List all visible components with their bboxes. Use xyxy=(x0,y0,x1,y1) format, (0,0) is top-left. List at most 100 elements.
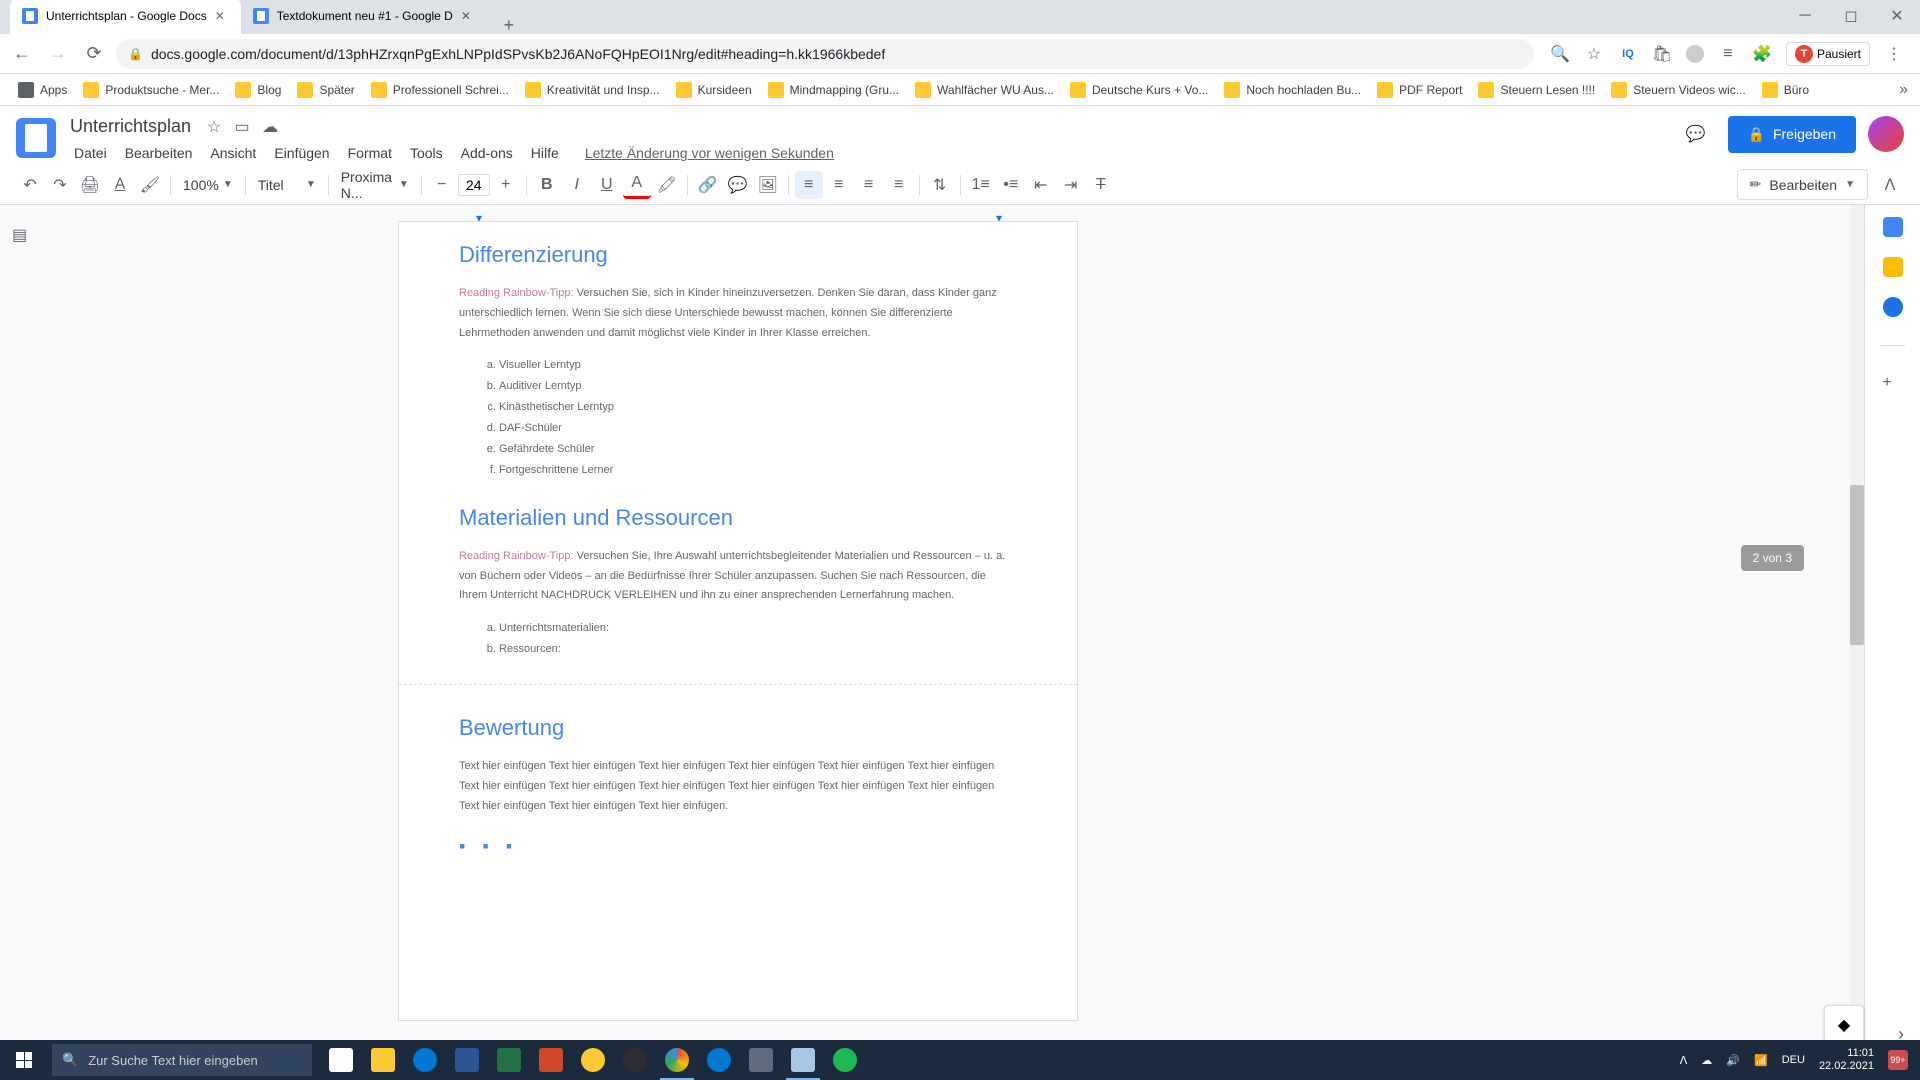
last-change-link[interactable]: Letzte Änderung vor wenigen Sekunden xyxy=(577,141,842,165)
explore-button[interactable]: ◆ xyxy=(1824,1005,1864,1045)
extensions-icon[interactable]: 🧩 xyxy=(1752,44,1772,64)
task-view-button[interactable] xyxy=(320,1040,362,1080)
align-center-button[interactable]: ≡ xyxy=(825,171,853,199)
insert-link-button[interactable]: 🔗 xyxy=(694,171,722,199)
tray-expand-icon[interactable]: ᐱ xyxy=(1680,1054,1688,1067)
clock[interactable]: 11:01 22.02.2021 xyxy=(1819,1047,1874,1073)
file-explorer-button[interactable] xyxy=(362,1040,404,1080)
notification-center-button[interactable]: 99+ xyxy=(1888,1050,1908,1070)
bold-button[interactable]: B xyxy=(533,171,561,199)
spellcheck-button[interactable]: A xyxy=(106,171,134,199)
menu-help[interactable]: Hilfe xyxy=(523,141,567,165)
app-button[interactable] xyxy=(740,1040,782,1080)
styles-dropdown[interactable]: Titel▼ xyxy=(252,173,322,197)
menu-addons[interactable]: Add-ons xyxy=(453,141,521,165)
app-button[interactable] xyxy=(572,1040,614,1080)
underline-button[interactable]: U xyxy=(593,171,621,199)
bookmark-item[interactable]: Später xyxy=(291,78,360,102)
font-size-decrease[interactable]: − xyxy=(428,171,456,199)
ext-list-icon[interactable]: ≡ xyxy=(1718,44,1738,64)
move-icon[interactable]: ▭ xyxy=(233,118,251,136)
volume-icon[interactable]: 🔊 xyxy=(1726,1054,1740,1067)
bookmark-item[interactable]: Kursideen xyxy=(670,78,758,102)
browser-tab-active[interactable]: Unterrichtsplan - Google Docs ✕ xyxy=(10,0,241,34)
reload-button[interactable]: ⟳ xyxy=(80,40,108,68)
calendar-app-icon[interactable] xyxy=(1883,217,1903,237)
horizontal-ruler[interactable]: ▾ ▾ xyxy=(48,205,1864,221)
bookmarks-overflow-button[interactable]: » xyxy=(1899,81,1908,99)
font-dropdown[interactable]: Proxima N...▼ xyxy=(335,165,415,205)
paint-format-button[interactable]: 🖌 xyxy=(136,171,164,199)
menu-file[interactable]: Datei xyxy=(66,141,115,165)
onedrive-icon[interactable]: ☁ xyxy=(1701,1054,1712,1067)
menu-insert[interactable]: Einfügen xyxy=(266,141,337,165)
align-left-button[interactable]: ≡ xyxy=(795,171,823,199)
menu-format[interactable]: Format xyxy=(340,141,400,165)
spotify-button[interactable] xyxy=(824,1040,866,1080)
zoom-dropdown[interactable]: 100%▼ xyxy=(177,173,239,197)
print-button[interactable]: 🖨 xyxy=(76,171,104,199)
zoom-icon[interactable]: 🔍 xyxy=(1550,44,1570,64)
highlight-button[interactable]: 🖍 xyxy=(653,171,681,199)
insert-image-button[interactable]: 🖼 xyxy=(754,171,782,199)
new-tab-button[interactable]: + xyxy=(495,11,523,39)
align-right-button[interactable]: ≡ xyxy=(855,171,883,199)
word-button[interactable] xyxy=(446,1040,488,1080)
apps-shortcut[interactable]: Apps xyxy=(12,78,73,102)
doc-title[interactable]: Unterrichtsplan xyxy=(66,114,195,139)
obs-button[interactable] xyxy=(614,1040,656,1080)
edge-button[interactable] xyxy=(698,1040,740,1080)
ext-shopping-icon[interactable]: 🛍 xyxy=(1652,44,1672,64)
chrome-button[interactable] xyxy=(656,1040,698,1080)
bookmark-item[interactable]: Deutsche Kurs + Vo... xyxy=(1064,78,1214,102)
line-spacing-button[interactable]: ⇅ xyxy=(926,171,954,199)
font-size-increase[interactable]: + xyxy=(492,171,520,199)
collapse-toolbar-button[interactable]: ᐱ xyxy=(1876,171,1904,199)
iq-icon[interactable]: IQ xyxy=(1618,44,1638,64)
editing-mode-dropdown[interactable]: ✏ Bearbeiten ▼ xyxy=(1737,169,1868,200)
taskbar-search[interactable]: 🔍 Zur Suche Text hier eingeben xyxy=(52,1044,312,1076)
menu-edit[interactable]: Bearbeiten xyxy=(117,141,201,165)
cloud-saved-icon[interactable]: ☁ xyxy=(261,118,279,136)
scrollbar-track[interactable] xyxy=(1850,205,1864,1065)
window-maximize[interactable]: ◻ xyxy=(1828,0,1874,32)
scrollbar-thumb[interactable] xyxy=(1850,485,1864,645)
account-avatar[interactable] xyxy=(1868,116,1904,152)
bookmark-item[interactable]: Blog xyxy=(229,78,287,102)
forward-button[interactable]: → xyxy=(44,40,72,68)
bookmark-item[interactable]: PDF Report xyxy=(1371,78,1468,102)
language-indicator[interactable]: DEU xyxy=(1782,1054,1805,1066)
bookmark-item[interactable]: Steuern Lesen !!!! xyxy=(1472,78,1601,102)
edge-legacy-button[interactable] xyxy=(404,1040,446,1080)
url-input[interactable]: 🔒 docs.google.com/document/d/13phHZrxqnP… xyxy=(116,39,1534,69)
font-size-input[interactable] xyxy=(458,174,490,196)
powerpoint-button[interactable] xyxy=(530,1040,572,1080)
ext-circle-icon[interactable] xyxy=(1686,45,1704,63)
add-addon-button[interactable]: + xyxy=(1883,374,1903,394)
menu-tools[interactable]: Tools xyxy=(402,141,451,165)
bookmark-item[interactable]: Mindmapping (Gru... xyxy=(762,78,905,102)
share-button[interactable]: 🔒 Freigeben xyxy=(1728,116,1856,153)
bulleted-list-button[interactable]: •≡ xyxy=(997,171,1025,199)
comments-button[interactable]: 💬 xyxy=(1676,114,1716,154)
start-button[interactable] xyxy=(0,1040,48,1080)
bookmark-item[interactable]: Kreativität und Insp... xyxy=(519,78,666,102)
clear-formatting-button[interactable]: T xyxy=(1087,171,1115,199)
back-button[interactable]: ← xyxy=(8,40,36,68)
outline-toggle-icon[interactable]: ▤ xyxy=(12,225,36,249)
numbered-list-button[interactable]: 1≡ xyxy=(967,171,995,199)
redo-button[interactable]: ↷ xyxy=(46,171,74,199)
bookmark-item[interactable]: Wahlfächer WU Aus... xyxy=(909,78,1060,102)
menu-view[interactable]: Ansicht xyxy=(202,141,264,165)
network-icon[interactable]: 📶 xyxy=(1754,1054,1768,1067)
menu-icon[interactable]: ⋮ xyxy=(1884,44,1904,64)
bookmark-item[interactable]: Steuern Videos wic... xyxy=(1605,78,1752,102)
tab-close-icon[interactable]: ✕ xyxy=(461,9,475,23)
decrease-indent-button[interactable]: ⇤ xyxy=(1027,171,1055,199)
tasks-app-icon[interactable] xyxy=(1883,297,1903,317)
excel-button[interactable] xyxy=(488,1040,530,1080)
notepad-button[interactable] xyxy=(782,1040,824,1080)
window-close[interactable]: ✕ xyxy=(1874,0,1920,32)
add-comment-button[interactable]: 💬 xyxy=(724,171,752,199)
text-color-button[interactable]: A xyxy=(623,171,651,199)
